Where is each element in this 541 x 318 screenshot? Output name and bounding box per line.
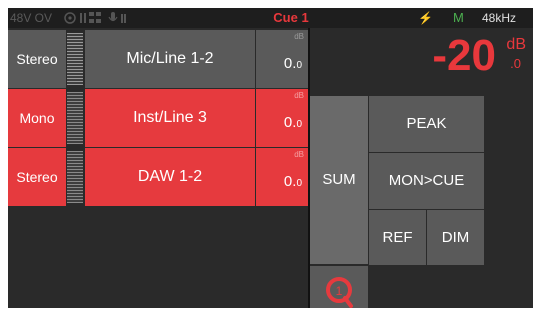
gain-value: 0.0 xyxy=(283,55,302,72)
sum-button[interactable]: SUM xyxy=(310,96,368,264)
peak-button[interactable]: PEAK xyxy=(369,96,484,152)
channel-gain-button[interactable]: dB 0.0 xyxy=(256,148,308,206)
level-value: -20 xyxy=(432,31,496,80)
sample-rate: 48kHz xyxy=(482,11,517,25)
mixer-screen: 48V OV Cue 1 ⚡ M 48kHz Stereo Mic/Line 1… xyxy=(8,8,533,308)
cue-title: Cue 1 xyxy=(273,10,309,25)
mic-icon xyxy=(108,12,126,23)
level-decimal: .0 xyxy=(510,56,521,71)
phantom-power-indicator: 48V OV xyxy=(10,11,53,25)
drag-handle[interactable] xyxy=(67,92,83,144)
ref-button[interactable]: REF xyxy=(369,210,426,265)
mode-indicator: M xyxy=(453,10,464,25)
channel-row: Stereo Mic/Line 1-2 dB 0.0 xyxy=(8,30,308,88)
level-unit: dB xyxy=(506,36,526,53)
channel-gain-button[interactable]: dB 0.0 xyxy=(256,30,308,88)
level-display[interactable]: -20 dB .0 xyxy=(428,30,530,85)
cue-icon: 1 xyxy=(326,277,353,308)
channel-name-button[interactable]: Mic/Line 1-2 xyxy=(85,30,255,88)
channel-mode-button[interactable]: Mono xyxy=(8,89,66,147)
status-bar: 48V OV Cue 1 ⚡ M 48kHz xyxy=(8,8,533,28)
drag-handle[interactable] xyxy=(67,33,83,85)
gain-value: 0.0 xyxy=(283,114,302,131)
cue-select-button[interactable]: 1 xyxy=(310,266,368,308)
channel-row: Mono Inst/Line 3 dB 0.0 xyxy=(8,89,308,147)
channel-mode-button[interactable]: Stereo xyxy=(8,148,66,206)
gain-unit-label: dB xyxy=(294,32,304,41)
mon-cue-button[interactable]: MON>CUE xyxy=(369,153,484,209)
cue-number: 1 xyxy=(336,284,343,298)
gain-unit-label: dB xyxy=(294,150,304,159)
drag-handle[interactable] xyxy=(67,151,83,203)
pad-icon xyxy=(64,12,76,24)
power-icon: ⚡ xyxy=(418,11,433,25)
channel-mode-button[interactable]: Stereo xyxy=(8,30,66,88)
channel-name-button[interactable]: Inst/Line 3 xyxy=(85,89,255,147)
hi-z-icon xyxy=(80,12,101,23)
gain-unit-label: dB xyxy=(294,91,304,100)
channel-name-button[interactable]: DAW 1-2 xyxy=(85,148,255,206)
channel-gain-button[interactable]: dB 0.0 xyxy=(256,89,308,147)
dim-button[interactable]: DIM xyxy=(427,210,484,265)
channel-row: Stereo DAW 1-2 dB 0.0 xyxy=(8,148,308,206)
gain-value: 0.0 xyxy=(283,173,302,190)
